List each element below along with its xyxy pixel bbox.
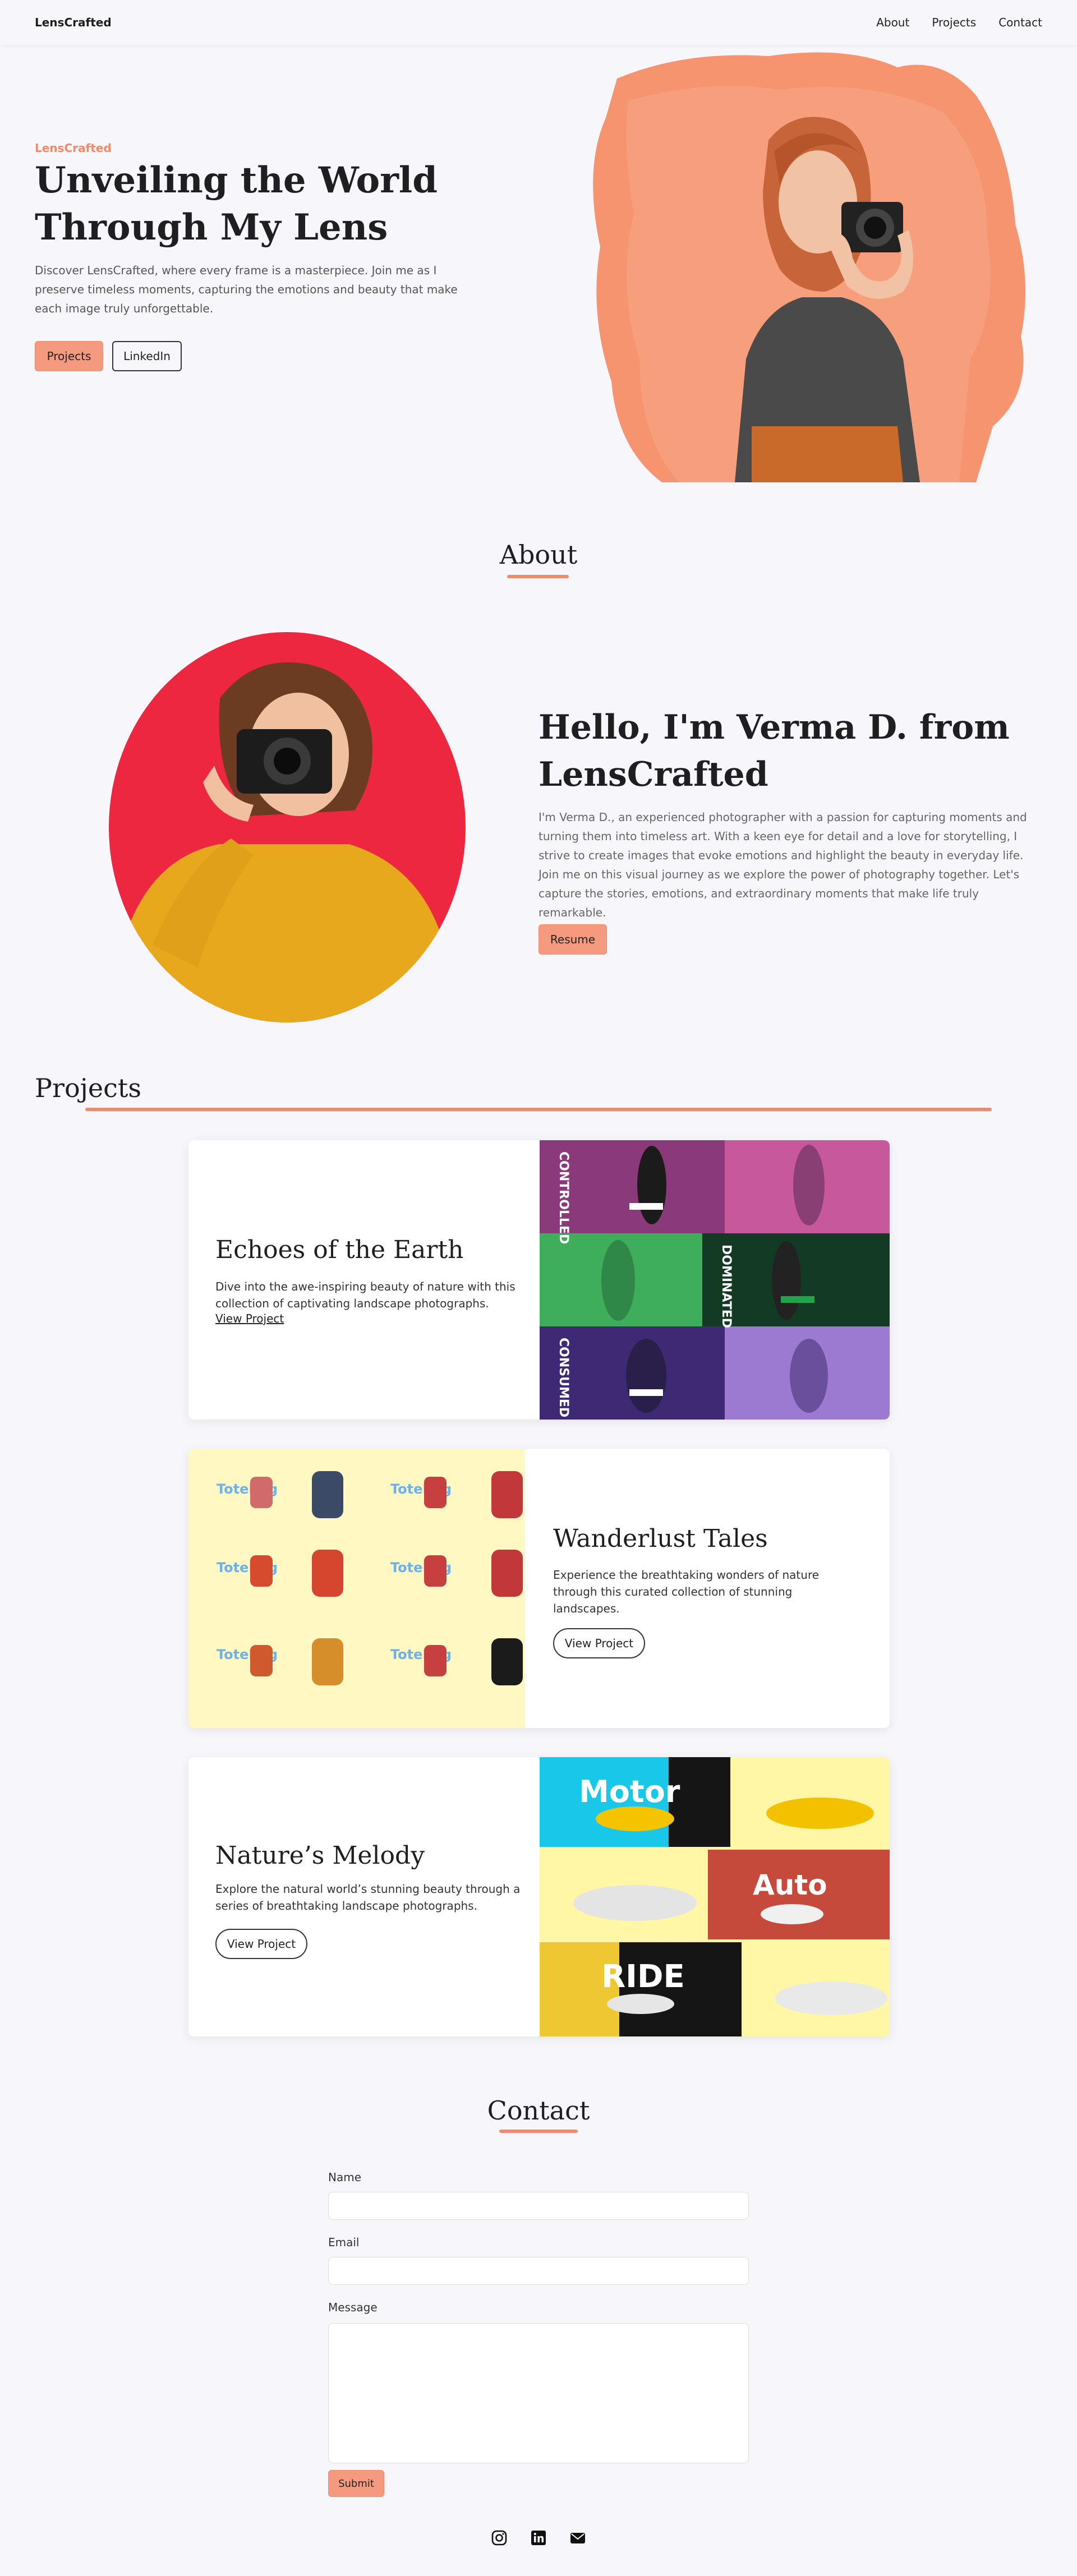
top-navbar: LensCrafted About Projects Contact xyxy=(0,0,1077,45)
submit-button[interactable]: Submit xyxy=(328,2470,384,2497)
projects-section-title: Projects xyxy=(35,1073,141,1103)
hero-description: Discover LensCrafted, where every frame … xyxy=(35,264,458,315)
site-logo[interactable]: LensCrafted xyxy=(35,16,112,29)
project-title: Echoes of the Earth xyxy=(215,1236,464,1264)
linkedin-icon[interactable] xyxy=(530,2529,547,2546)
project-image: ToteBag ToteBag ToteBag ToteBag ToteBag … xyxy=(188,1449,525,1728)
email-label: Email xyxy=(328,2236,360,2249)
about-photographer-image xyxy=(109,632,466,1022)
view-project-button[interactable]: View Project xyxy=(215,1929,307,1959)
project-image: Motor Auto RIDE xyxy=(540,1757,890,2036)
projects-underline xyxy=(85,1108,992,1111)
project-description: Experience the breathtaking wonders of n… xyxy=(553,1568,820,1615)
name-label: Name xyxy=(328,2171,362,2184)
footer-social-icons xyxy=(491,2529,586,2546)
project-card-3: Nature’s Melody Explore the natural worl… xyxy=(188,1757,890,2036)
view-project-button[interactable]: View Project xyxy=(553,1628,645,1658)
message-textarea[interactable] xyxy=(328,2323,749,2463)
project-image: CONTROLLED DOMINATED CONSUMED xyxy=(540,1140,890,1420)
project-description: Explore the natural world’s stunning bea… xyxy=(215,1882,521,1913)
message-label: Message xyxy=(328,2301,378,2314)
nav-links: About Projects Contact xyxy=(876,16,1042,29)
project-image-word: Auto xyxy=(753,1869,827,1901)
project-card-2: ToteBag ToteBag ToteBag ToteBag ToteBag … xyxy=(188,1449,890,1728)
about-section-title: About xyxy=(499,540,578,570)
hero-title: Unveiling the World Through My Lens xyxy=(35,159,438,248)
nav-link-projects[interactable]: Projects xyxy=(932,16,976,29)
contact-underline xyxy=(499,2130,578,2133)
about-heading: Hello, I'm Verma D. from LensCrafted xyxy=(538,708,1010,794)
project-image-word: Motor xyxy=(579,1774,680,1809)
project-description: Dive into the awe-inspiring beauty of na… xyxy=(215,1280,516,1310)
project-image-word: CONTROLLED xyxy=(556,1151,570,1244)
name-input[interactable] xyxy=(328,2192,749,2220)
hero-photographer-image xyxy=(593,52,1026,482)
about-description: I'm Verma D., an experienced photographe… xyxy=(538,810,1027,919)
resume-button[interactable]: Resume xyxy=(538,924,607,955)
contact-section-title: Contact xyxy=(487,2095,590,2126)
nav-link-contact[interactable]: Contact xyxy=(998,16,1042,29)
project-image-word: RIDE xyxy=(601,1959,685,1995)
hero-eyebrow: LensCrafted xyxy=(35,141,112,155)
about-underline xyxy=(507,575,569,578)
project-image-word: CONSUMED xyxy=(556,1338,570,1417)
email-icon[interactable] xyxy=(569,2529,586,2546)
project-title: Nature’s Melody xyxy=(215,1841,425,1870)
email-input[interactable] xyxy=(328,2257,749,2285)
view-project-link[interactable]: View Project xyxy=(215,1312,284,1325)
instagram-icon[interactable] xyxy=(491,2529,508,2546)
nav-link-about[interactable]: About xyxy=(876,16,909,29)
linkedin-button[interactable]: LinkedIn xyxy=(112,341,182,371)
project-card-1: Echoes of the Earth Dive into the awe-in… xyxy=(188,1140,890,1420)
project-title: Wanderlust Tales xyxy=(553,1524,768,1553)
project-image-word: DOMINATED xyxy=(719,1245,733,1328)
projects-button[interactable]: Projects xyxy=(35,341,103,371)
